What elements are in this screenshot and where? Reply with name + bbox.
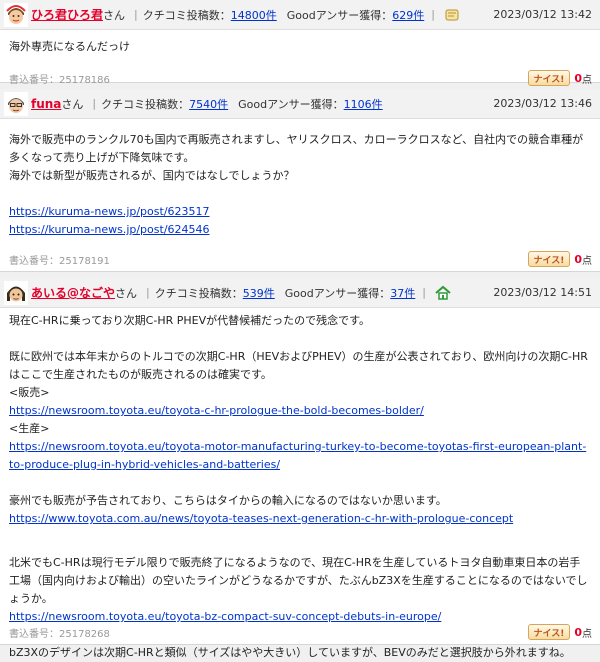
post-link[interactable]: https://kuruma-news.jp/post/624546 <box>9 223 210 236</box>
post-body: 現在C-HRに乗っており次期C-HR PHEVが代替候補だったので残念です。 既… <box>0 308 600 659</box>
post-header: あいる@なごや さん | クチコミ投稿数： 539件 Goodアンサー獲得： 3… <box>0 278 600 308</box>
nice-unit: 点 <box>582 74 592 86</box>
post-text: 海外では新型が販売されるが、国内ではなしでしょうか？ <box>9 169 295 182</box>
divider: | <box>92 97 97 110</box>
avatar[interactable] <box>4 2 28 27</box>
nice-unit: 点 <box>582 255 592 267</box>
kuchikomi-label: クチコミ投稿数： <box>154 286 243 300</box>
post-link[interactable]: https://newsroom.toyota.eu/toyota-c-hr-p… <box>9 404 424 417</box>
good-answer-count-link[interactable]: 37件 <box>390 285 415 301</box>
post-item: ひろ君ひろ君 さん | クチコミ投稿数： 14800件 Goodアンサー獲得： … <box>0 0 600 86</box>
good-answer-count-link[interactable]: 1106件 <box>344 96 383 112</box>
nice-count: 0 <box>574 71 582 85</box>
post-text: 海外で販売中のランクル70も国内で再販売されますし、ヤリスクロス、カローラクロス… <box>9 133 584 164</box>
post-text: 豪州でも販売が予告されており、こちらはタイからの輸入になるのではないか思います。 <box>9 494 447 507</box>
post-footer: 書込番号：25178186 ナイス! 0 点 <box>0 66 600 90</box>
post-text: <生産> <box>9 422 50 435</box>
nice-unit: 点 <box>582 628 592 640</box>
post-text: 既に欧州では本年末からのトルコでの次期C-HR（HEVおよびPHEV）の生産が公… <box>9 350 588 381</box>
post-date: 2023/03/12 13:42 <box>493 8 592 21</box>
post-item: あいる@なごや さん | クチコミ投稿数： 539件 Goodアンサー獲得： 3… <box>0 278 600 659</box>
san-suffix: さん <box>115 286 138 300</box>
post-number: 書込番号：25178268 <box>9 628 110 640</box>
scroll-badge-icon <box>445 9 459 20</box>
post-link[interactable]: https://newsroom.toyota.eu/toyota-motor-… <box>9 440 586 471</box>
username-link[interactable]: あいる@なごや <box>31 284 115 301</box>
post-date: 2023/03/12 14:51 <box>493 286 592 299</box>
good-answer-label: Goodアンサー獲得： <box>284 286 391 300</box>
post-item: funa さん | クチコミ投稿数： 7540件 Goodアンサー獲得： 110… <box>0 89 600 272</box>
san-suffix: さん <box>103 8 126 22</box>
kuchikomi-count-link[interactable]: 14800件 <box>231 7 277 23</box>
post-number: 書込番号：25178191 <box>9 255 110 267</box>
house-badge-icon <box>435 285 451 300</box>
post-footer: 書込番号：25178191 ナイス! 0 点 <box>0 247 600 271</box>
post-link[interactable]: https://newsroom.toyota.eu/toyota-bz-com… <box>9 610 441 623</box>
post-link[interactable]: https://www.toyota.com.au/news/toyota-te… <box>9 512 513 525</box>
post-number: 書込番号：25178186 <box>9 74 110 86</box>
post-link[interactable]: https://kuruma-news.jp/post/623517 <box>9 205 210 218</box>
divider: | <box>146 286 150 299</box>
kuchikomi-count-link[interactable]: 539件 <box>243 285 275 301</box>
nice-button[interactable]: ナイス! <box>527 251 571 267</box>
san-suffix: さん <box>61 97 84 111</box>
post-body: 海外専売になるんだっけ <box>0 30 600 66</box>
username-link[interactable]: ひろ君ひろ君 <box>31 6 103 23</box>
good-answer-label: Goodアンサー獲得： <box>286 8 393 22</box>
avatar[interactable] <box>4 91 28 116</box>
nice-button[interactable]: ナイス! <box>527 624 571 640</box>
post-header: ひろ君ひろ君 さん | クチコミ投稿数： 14800件 Goodアンサー獲得： … <box>0 0 600 30</box>
post-date: 2023/03/12 13:46 <box>493 97 592 110</box>
kuchikomi-count-link[interactable]: 7540件 <box>189 96 228 112</box>
good-answer-count-link[interactable]: 629件 <box>392 7 424 23</box>
post-text: 現在C-HRに乗っており次期C-HR PHEVが代替候補だったので残念です。 <box>9 314 371 327</box>
divider: | <box>422 286 426 299</box>
nice-button[interactable]: ナイス! <box>527 70 571 86</box>
kuchikomi-label: クチコミ投稿数： <box>101 97 190 111</box>
post-text: <販売> <box>9 386 50 399</box>
post-header: funa さん | クチコミ投稿数： 7540件 Goodアンサー獲得： 110… <box>0 89 600 119</box>
post-text: 北米でもC-HRは現行モデル限りで販売終了になるようなので、現在C-HRを生産し… <box>9 556 588 605</box>
post-text: bZ3Xのデザインは次期C-HRと類似（サイズはやや大きい）していますが、BEV… <box>9 646 571 659</box>
nice-count: 0 <box>574 625 582 639</box>
divider: | <box>134 8 138 21</box>
post-body: 海外で販売中のランクル70も国内で再販売されますし、ヤリスクロス、カローラクロス… <box>0 119 600 247</box>
avatar[interactable] <box>4 280 28 305</box>
good-answer-label: Goodアンサー獲得： <box>238 97 344 111</box>
kuchikomi-label: クチコミ投稿数： <box>142 8 231 22</box>
post-text: 海外専売になるんだっけ <box>9 40 130 53</box>
nice-count: 0 <box>574 252 582 266</box>
divider: | <box>431 8 435 21</box>
username-link[interactable]: funa <box>31 97 61 111</box>
